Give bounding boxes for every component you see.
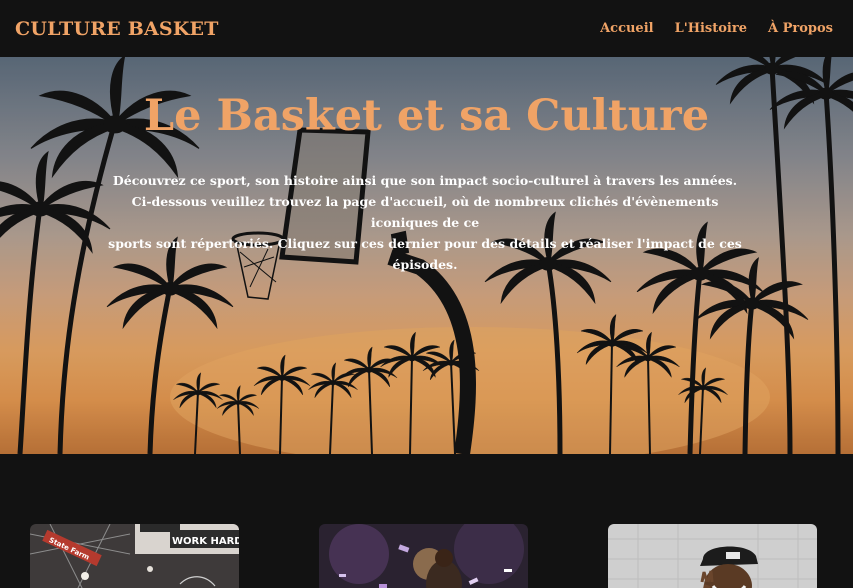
hero-line-2: Ci-dessous veuillez trouvez la page d'ac…	[131, 194, 719, 230]
card-arena-sign: WORK HARD	[172, 536, 239, 547]
hero-banner: Le Basket et sa Culture Découvrez ce spo…	[0, 57, 853, 454]
hero-description: Découvrez ce sport, son histoire ainsi q…	[105, 170, 745, 275]
card-arena[interactable]: WORK HARD State Farm	[30, 524, 239, 588]
nav-link-histoire[interactable]: L'Histoire	[675, 21, 747, 36]
nav-link-accueil[interactable]: Accueil	[600, 21, 654, 36]
hero-title: Le Basket et sa Culture	[143, 91, 710, 141]
card-player[interactable]	[608, 524, 817, 588]
card-player-image	[608, 524, 817, 588]
navbar: CULTURE BASKET Accueil L'Histoire À Prop…	[0, 0, 853, 57]
hero-line-3: sports sont répertoriés. Cliquez sur ces…	[108, 236, 742, 272]
card-celebration[interactable]	[319, 524, 528, 588]
card-celebration-image	[319, 524, 528, 588]
hero-line-1: Découvrez ce sport, son histoire ainsi q…	[112, 173, 738, 188]
brand-logo[interactable]: CULTURE BASKET	[15, 18, 219, 40]
nav-links: Accueil L'Histoire À Propos	[600, 21, 833, 36]
event-cards: WORK HARD State Farm	[0, 454, 853, 588]
card-arena-image: WORK HARD State Farm	[30, 524, 239, 588]
nav-link-a-propos[interactable]: À Propos	[768, 21, 833, 36]
